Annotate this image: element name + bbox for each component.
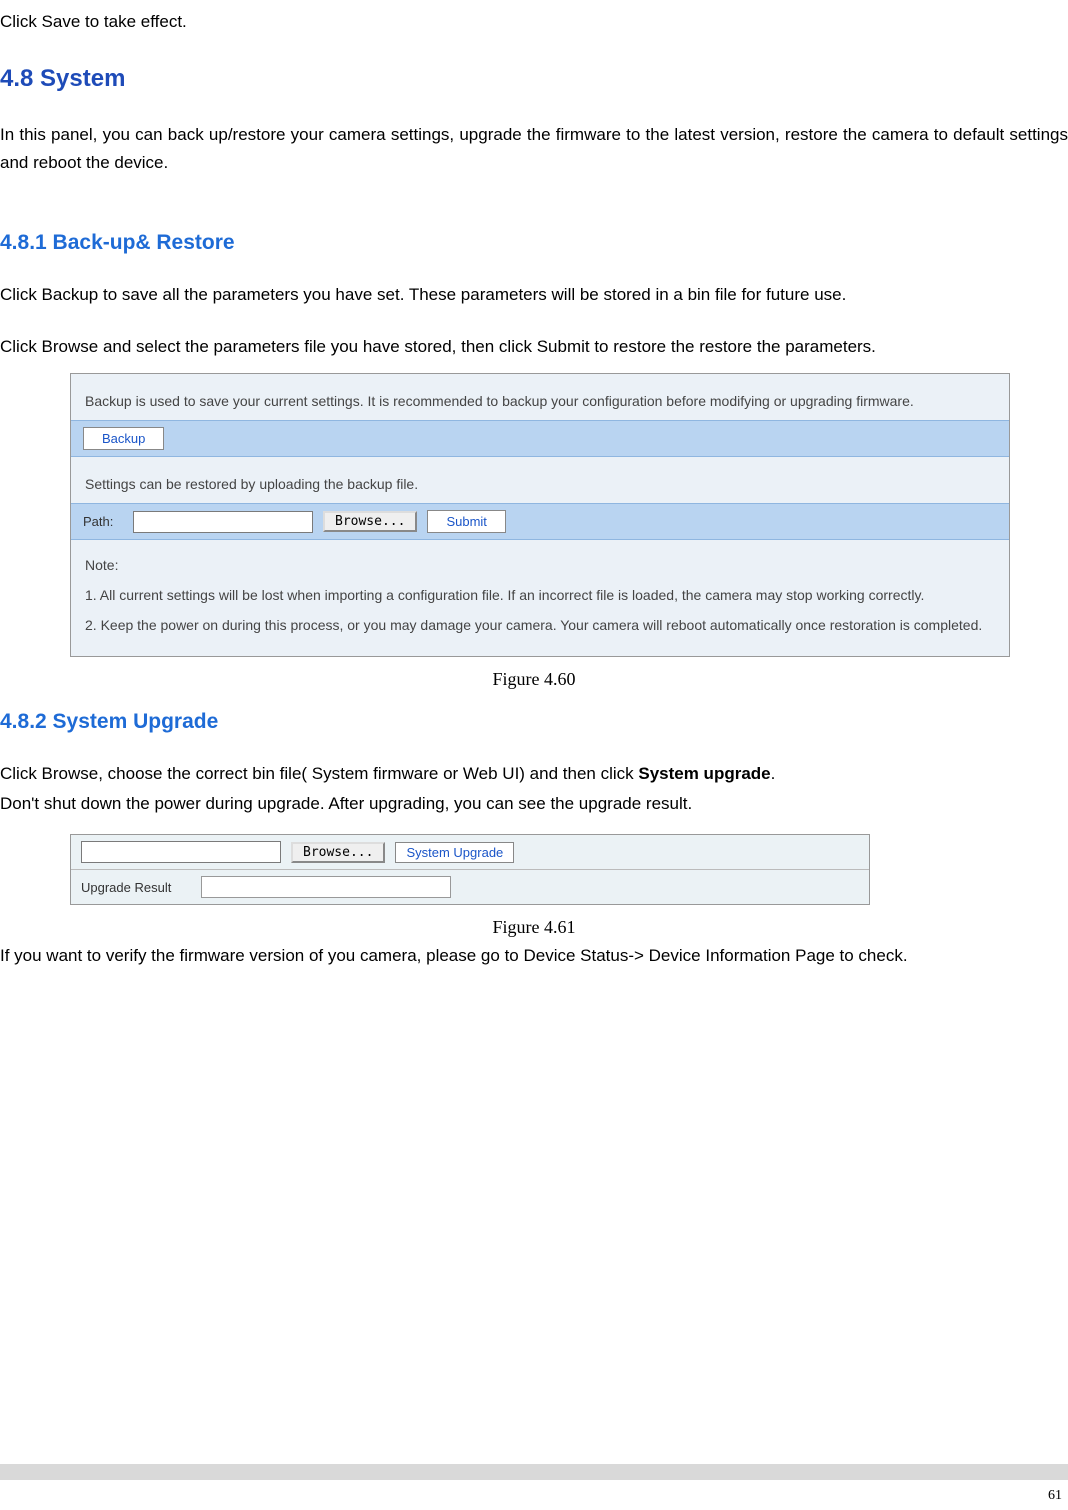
notes-block: Note: 1. All current settings will be lo… bbox=[71, 540, 1009, 656]
note-2: 2. Keep the power on during this process… bbox=[85, 610, 995, 640]
backup-button[interactable]: Backup bbox=[83, 427, 164, 450]
footer-bar bbox=[0, 1464, 1068, 1480]
heading-482-system-upgrade: 4.8.2 System Upgrade bbox=[0, 710, 1068, 734]
restore-bar: Path: Browse... Submit bbox=[71, 503, 1009, 540]
paragraph-481a: Click Backup to save all the parameters … bbox=[0, 281, 1068, 309]
backup-description: Backup is used to save your current sett… bbox=[71, 374, 1009, 420]
paragraph-48: In this panel, you can back up/restore y… bbox=[0, 121, 1068, 177]
note-1: 1. All current settings will be lost whe… bbox=[85, 580, 995, 610]
figure-460-caption: Figure 4.60 bbox=[0, 669, 1068, 690]
figure-461-caption: Figure 4.61 bbox=[0, 917, 1068, 938]
path-input[interactable] bbox=[133, 511, 313, 533]
restore-description: Settings can be restored by uploading th… bbox=[71, 457, 1009, 503]
backup-restore-panel: Backup is used to save your current sett… bbox=[70, 373, 1010, 657]
upgrade-row: Browse... System Upgrade bbox=[71, 835, 869, 870]
system-upgrade-button[interactable]: System Upgrade bbox=[395, 842, 514, 863]
heading-481-backup-restore: 4.8.1 Back-up& Restore bbox=[0, 231, 1068, 255]
note-title: Note: bbox=[85, 550, 995, 580]
system-upgrade-panel: Browse... System Upgrade Upgrade Result bbox=[70, 834, 870, 905]
paragraph-482a-pre: Click Browse, choose the correct bin fil… bbox=[0, 764, 638, 783]
intro-text: Click Save to take effect. bbox=[0, 0, 1068, 35]
path-label: Path: bbox=[83, 514, 123, 529]
page-number: 61 bbox=[1048, 1488, 1062, 1504]
upgrade-result-label: Upgrade Result bbox=[81, 880, 191, 895]
figure-461-container: Browse... System Upgrade Upgrade Result bbox=[70, 834, 870, 905]
paragraph-482b: Don't shut down the power during upgrade… bbox=[0, 790, 1068, 818]
upgrade-browse-button[interactable]: Browse... bbox=[291, 842, 385, 863]
upgrade-result-row: Upgrade Result bbox=[71, 870, 869, 904]
heading-48-system: 4.8 System bbox=[0, 65, 1068, 93]
browse-button[interactable]: Browse... bbox=[323, 511, 417, 532]
paragraph-after-461: If you want to verify the firmware versi… bbox=[0, 942, 1068, 970]
backup-bar: Backup bbox=[71, 420, 1009, 457]
paragraph-482a-bold: System upgrade bbox=[638, 764, 770, 783]
paragraph-481b: Click Browse and select the parameters f… bbox=[0, 333, 1068, 361]
upgrade-path-input[interactable] bbox=[81, 841, 281, 863]
figure-460-container: Backup is used to save your current sett… bbox=[70, 373, 1010, 657]
upgrade-result-box bbox=[201, 876, 451, 898]
submit-button[interactable]: Submit bbox=[427, 510, 505, 533]
paragraph-482a-post: . bbox=[771, 764, 776, 783]
